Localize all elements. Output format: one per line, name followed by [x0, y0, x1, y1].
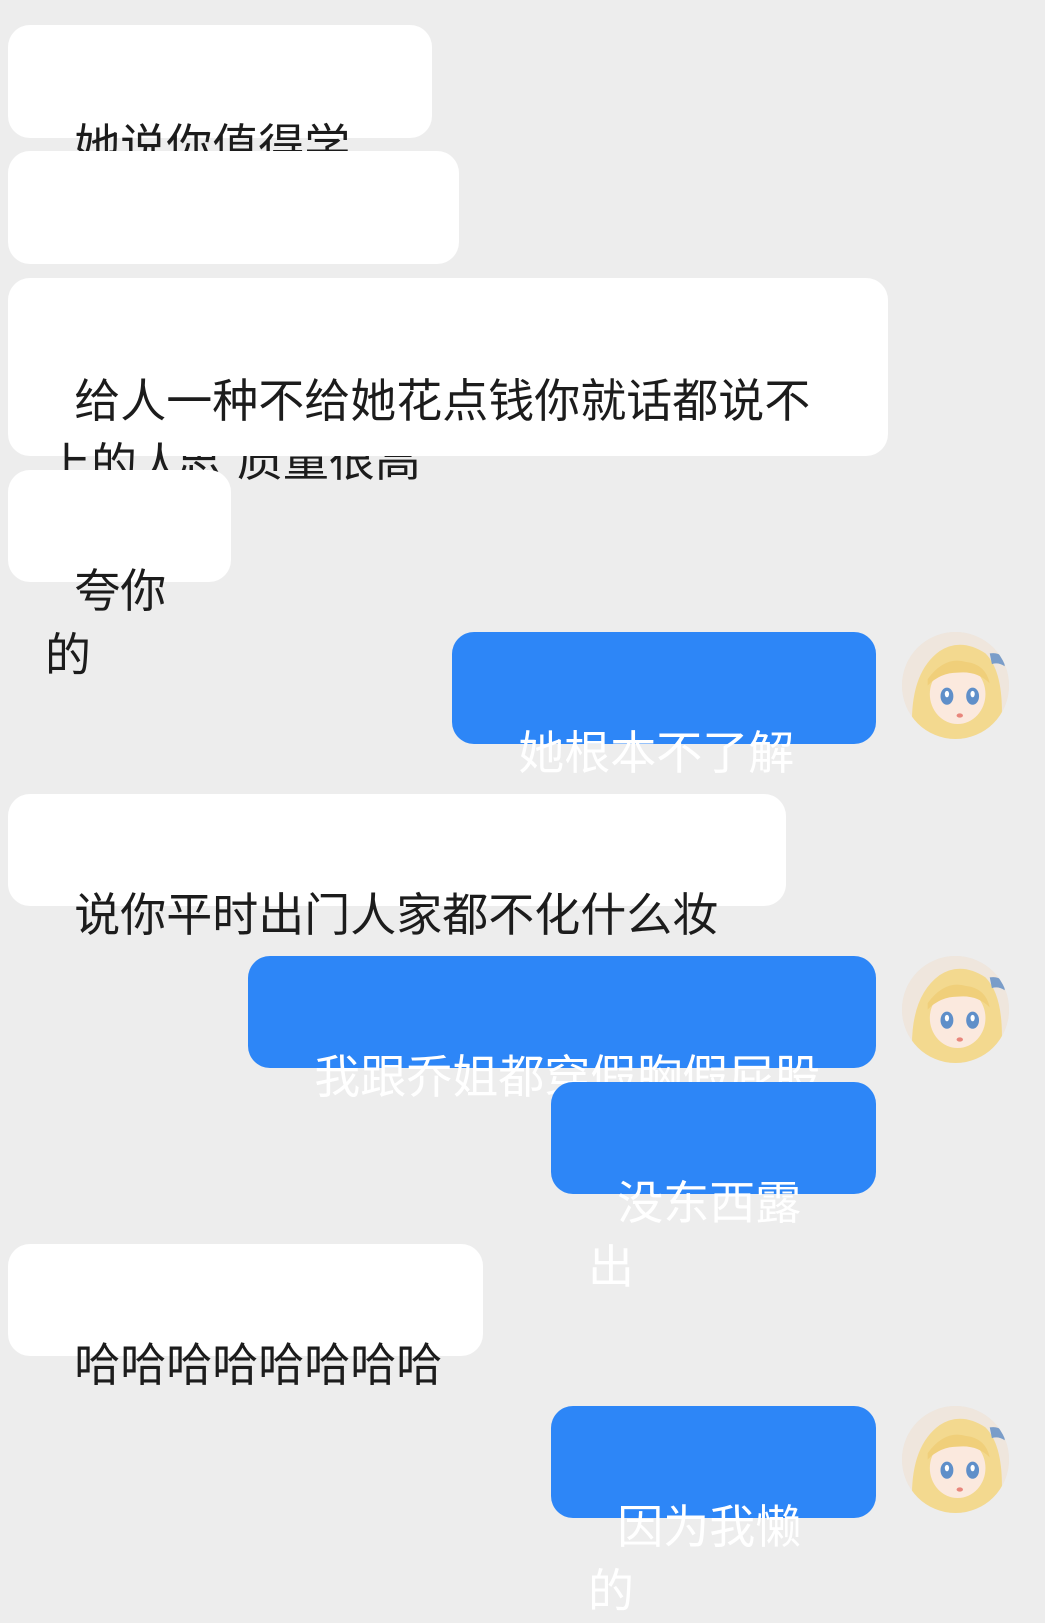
message-text: 说你平时出门人家都不化什么妆 [74, 888, 719, 942]
outgoing-message[interactable]: 因为我懒的 [551, 1406, 876, 1618]
message-text: 没东西露出 [588, 1176, 802, 1294]
incoming-message[interactable]: 哈哈哈哈哈哈哈哈 [8, 1244, 483, 1392]
message-text: 因为我懒的 [588, 1500, 802, 1618]
outgoing-message[interactable]: 没东西露出 [551, 1082, 876, 1294]
avatar[interactable] [902, 1406, 1009, 1513]
avatar[interactable] [902, 632, 1009, 739]
message-text: 哈哈哈哈哈哈哈哈 [74, 1338, 443, 1392]
avatar[interactable] [902, 956, 1009, 1063]
incoming-message[interactable]: 说你平时出门人家都不化什么妆 [8, 794, 786, 942]
outgoing-message[interactable]: 我跟乔姐都穿假胸假屁股 [248, 956, 876, 1104]
incoming-message[interactable]: 夸你的 [8, 470, 231, 682]
anime-girl-avatar-icon [902, 956, 1009, 1063]
anime-girl-avatar-icon [902, 632, 1009, 739]
incoming-message[interactable]: 给人一种不给她花点钱你就话都说不上的人 [8, 278, 888, 492]
incoming-message[interactable]: 思 质量很高 [8, 151, 459, 487]
anime-girl-avatar-icon [902, 1406, 1009, 1513]
message-text: 夸你的 [45, 564, 167, 682]
outgoing-message[interactable]: 她根本不了解我 [452, 632, 876, 844]
incoming-message[interactable]: 她说你值得学习 [8, 25, 432, 237]
